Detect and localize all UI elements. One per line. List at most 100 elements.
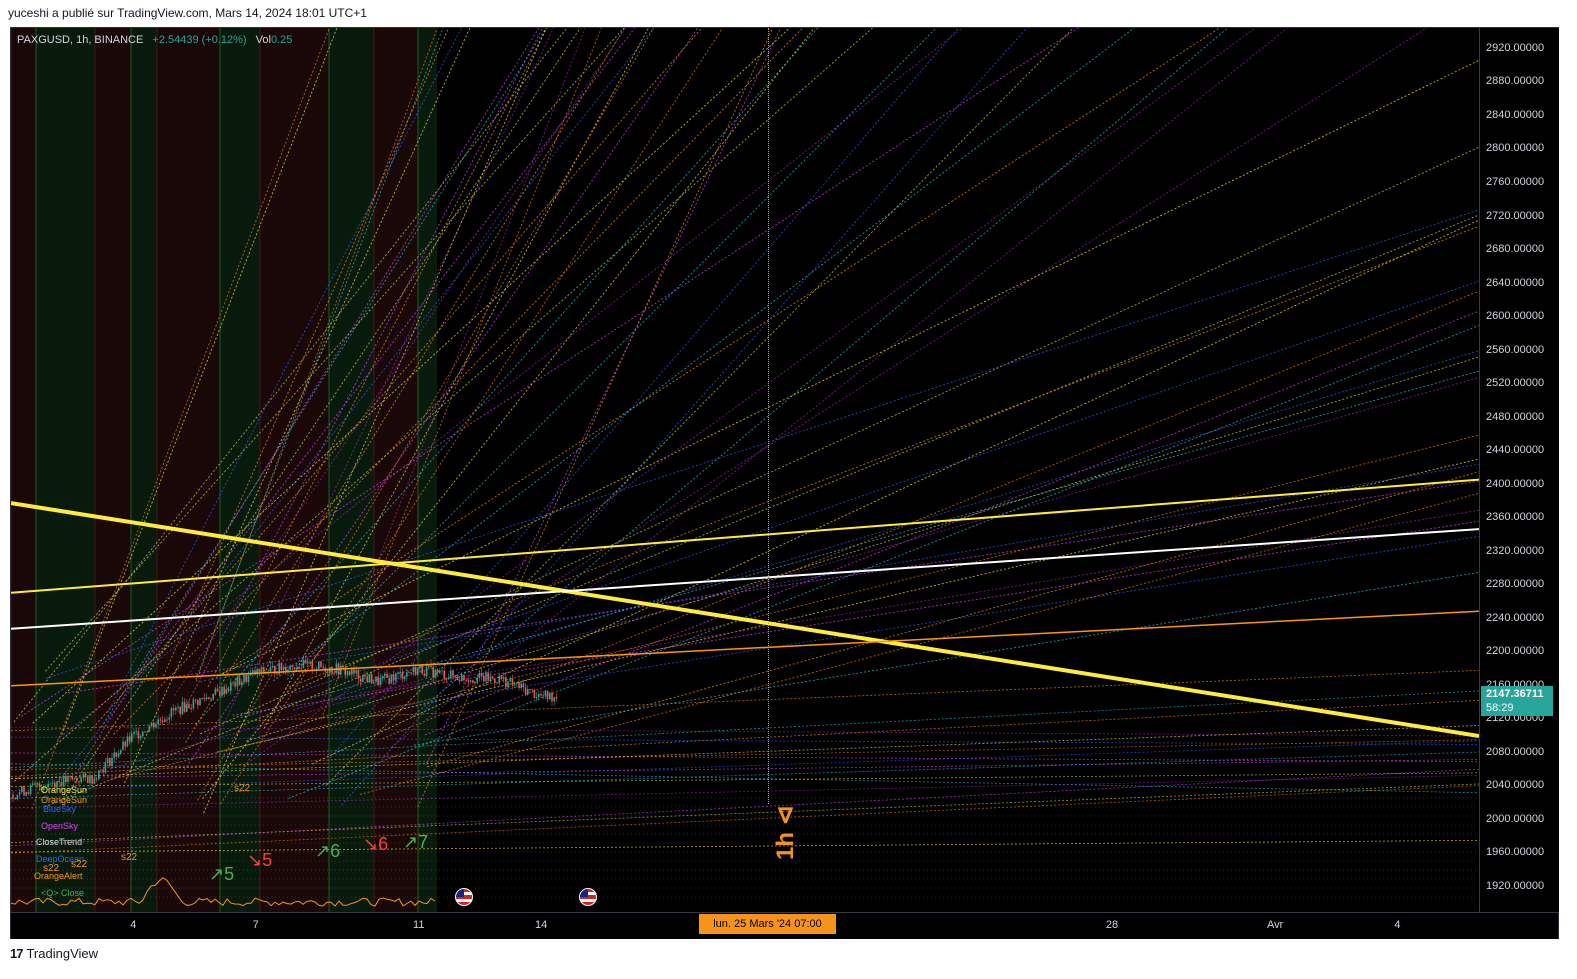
candle-body <box>76 778 78 781</box>
candle-body <box>18 792 21 795</box>
candle-body <box>452 670 454 676</box>
us-flag-icon[interactable] <box>579 888 597 906</box>
candle-body <box>430 665 432 667</box>
projection-line <box>288 324 1479 799</box>
projection-line <box>417 28 774 808</box>
candle-body <box>117 753 120 757</box>
price-tick: 2600.00000 <box>1486 310 1545 323</box>
price-tick: 2560.00000 <box>1486 343 1545 356</box>
candle-body <box>509 678 511 682</box>
candle-body <box>494 678 496 683</box>
candle-body <box>500 675 503 680</box>
candle-body <box>197 699 199 706</box>
candle-body <box>111 757 113 766</box>
time-tick: 11 <box>413 919 425 931</box>
candle-body <box>370 674 373 684</box>
time-tick: 7 <box>252 919 259 931</box>
candle-body <box>144 731 146 733</box>
candle-body <box>408 672 410 674</box>
candle-body <box>157 719 159 725</box>
candle-body <box>100 769 102 771</box>
candle-body <box>322 666 324 668</box>
projection-line <box>359 509 1479 694</box>
session-band <box>131 28 157 912</box>
candle-body <box>300 667 302 669</box>
plot-area[interactable] <box>11 28 1479 912</box>
price-axis[interactable]: 2920.00000 2880.00000 2840.00000 2800.00000… <box>1479 28 1559 912</box>
candle-body <box>414 666 417 676</box>
candle-body <box>456 676 459 681</box>
projection-line <box>325 28 1074 786</box>
candle-body <box>335 663 338 674</box>
candle-body <box>25 792 27 796</box>
chart-frame[interactable]: PAXGUSD, 1h, BINANCE +2.54439 (+0.12%) V… <box>10 27 1559 939</box>
price-tick: 2520.00000 <box>1486 377 1545 390</box>
candle-body <box>439 670 441 673</box>
candle-body <box>432 666 434 678</box>
candle-body <box>535 697 538 699</box>
candle-body <box>487 672 489 681</box>
candle-body <box>434 669 437 678</box>
session-band <box>418 28 437 912</box>
candle-body <box>333 672 335 674</box>
price-tick: 1920.00000 <box>1486 879 1545 892</box>
candle-body <box>421 665 423 674</box>
candle-body <box>549 692 551 700</box>
candle-body <box>397 672 399 674</box>
candle-body <box>489 676 492 681</box>
price-tick: 2000.00000 <box>1486 812 1545 825</box>
candle-body <box>98 770 100 780</box>
price-tick: 2240.00000 <box>1486 611 1545 624</box>
candle-body <box>480 673 483 676</box>
session-band <box>157 28 220 912</box>
footer-brand: TradingView <box>26 946 99 961</box>
candle-body <box>353 669 355 674</box>
candle-body <box>496 682 498 684</box>
candle-body <box>194 699 197 701</box>
candle-body <box>412 666 415 673</box>
candle-body <box>289 665 291 670</box>
candle-body <box>465 680 467 682</box>
candle-body <box>208 697 210 700</box>
candle-body <box>386 673 388 678</box>
candle-body <box>78 780 80 783</box>
candle-body <box>423 673 426 676</box>
candle-body <box>65 775 67 783</box>
candle-body <box>190 708 192 709</box>
candle-body <box>520 683 522 689</box>
candle-body <box>153 722 155 728</box>
candle-body <box>102 769 104 773</box>
candle-body <box>71 776 74 780</box>
projection-line <box>272 28 1135 682</box>
signal-up-6: ↗6 <box>315 841 341 861</box>
candle-body <box>544 690 547 696</box>
candle-body <box>192 699 195 709</box>
candle-body <box>137 731 140 739</box>
projection-line <box>424 310 1479 736</box>
indicator-label: <Q> Close <box>41 888 85 898</box>
symbol-legend[interactable]: PAXGUSD, 1h, BINANCE +2.54439 (+0.12%) V… <box>17 34 292 46</box>
candle-body <box>236 677 239 687</box>
s22-label: s22 <box>71 859 88 870</box>
candle-body <box>36 783 38 785</box>
candle-body <box>227 689 230 691</box>
candle-body <box>89 775 91 784</box>
candle-body <box>381 676 384 679</box>
footer-branding[interactable]: 17 TradingView <box>10 946 98 961</box>
candle-body <box>518 682 520 689</box>
candle-body <box>309 661 311 663</box>
candle-body <box>126 736 129 747</box>
candle-body <box>175 707 177 711</box>
cursor-vertical-line <box>768 28 769 804</box>
price-tick: 1960.00000 <box>1486 846 1545 859</box>
projection-line <box>335 28 1428 722</box>
us-flag-icon[interactable] <box>455 888 473 906</box>
candle-body <box>122 741 124 751</box>
candle-body <box>502 677 505 680</box>
candle-body <box>522 683 525 688</box>
candle-body <box>106 757 109 763</box>
candle-body <box>69 776 71 777</box>
candle-body <box>133 731 135 734</box>
candle-body <box>124 741 126 747</box>
candle-body <box>406 672 408 677</box>
